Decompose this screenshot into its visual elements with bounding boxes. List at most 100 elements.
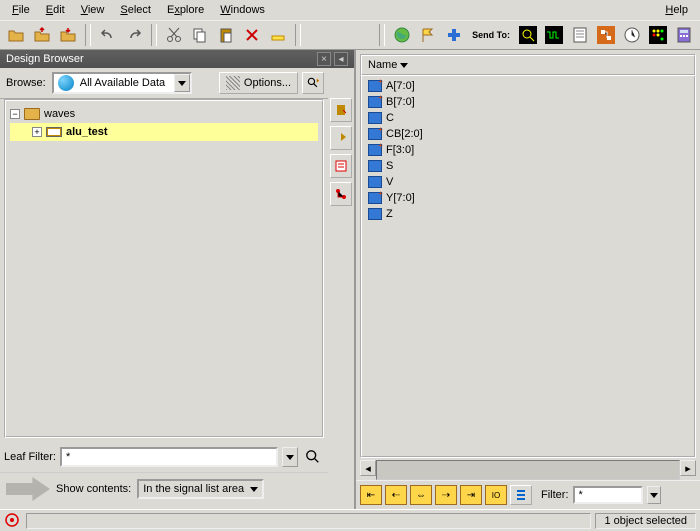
show-contents-row: Show contents: In the signal list area	[0, 472, 328, 509]
copy-button[interactable]	[188, 23, 212, 47]
signal-row[interactable]: C	[364, 110, 692, 126]
menu-bar: File Edit View Select Explore Windows He…	[0, 0, 700, 20]
horizontal-scrollbar[interactable]: ◂ ▸	[360, 460, 696, 480]
signal-list-panel: Name A[7:0] B[7:0] C CB[2:0]F[3:0]SV Y[7:0] Z…	[356, 50, 700, 509]
menu-file[interactable]: File	[4, 2, 38, 18]
side-btn-2[interactable]	[330, 126, 352, 150]
design-browser-panel: Design Browser × ◂ Browse: All Available…	[0, 50, 356, 509]
side-btn-1[interactable]	[330, 98, 352, 122]
tree-root-label: waves	[44, 108, 75, 120]
open-button[interactable]	[4, 23, 28, 47]
name-column-header[interactable]: Name	[360, 54, 696, 76]
signal-label: C	[386, 112, 394, 124]
redo-button[interactable]	[122, 23, 146, 47]
signal-row[interactable]: B[7:0]	[364, 94, 692, 110]
menu-help[interactable]: Help	[657, 2, 696, 18]
signal-icon	[368, 112, 382, 124]
browse-row: Browse: All Available Data Options...	[0, 68, 328, 99]
filter-config-button[interactable]	[510, 485, 532, 505]
signal-row[interactable]: A[7:0]	[364, 78, 692, 94]
expand-icon[interactable]: +	[32, 127, 42, 137]
signal-row[interactable]: S	[364, 158, 692, 174]
leaf-filter-input[interactable]	[60, 447, 278, 467]
status-message	[26, 513, 591, 529]
filter-dropdown[interactable]	[647, 486, 661, 504]
send-search-button[interactable]	[516, 23, 540, 47]
tree-area[interactable]: − waves + alu_test	[4, 99, 324, 438]
undo-button[interactable]	[96, 23, 120, 47]
send-wave-button[interactable]	[542, 23, 566, 47]
bus-signal-icon	[368, 128, 382, 140]
menu-view[interactable]: View	[73, 2, 113, 18]
nav-mark-button[interactable]: IO	[485, 485, 507, 505]
folder-icon	[24, 108, 40, 120]
signal-row[interactable]: F[3:0]	[364, 142, 692, 158]
send-doc-button[interactable]	[568, 23, 592, 47]
signal-label: Y[7:0]	[386, 192, 415, 204]
panel-close-icon[interactable]: ×	[317, 52, 331, 66]
paste-button[interactable]	[214, 23, 238, 47]
nav-last-button[interactable]: ⇥	[460, 485, 482, 505]
filter-input[interactable]	[573, 486, 643, 504]
nav-both-button[interactable]: ⇔	[410, 485, 432, 505]
leaf-filter-search-button[interactable]	[302, 446, 324, 468]
open-up-button[interactable]	[30, 23, 54, 47]
signal-list[interactable]: A[7:0] B[7:0] C CB[2:0]F[3:0]SV Y[7:0] Z	[360, 76, 696, 458]
side-btn-3[interactable]	[330, 154, 352, 178]
chevron-down-icon[interactable]	[174, 74, 190, 92]
signal-row[interactable]: Y[7:0]	[364, 190, 692, 206]
globe-icon	[58, 75, 74, 91]
signal-row[interactable]: CB[2:0]	[364, 126, 692, 142]
panel-title-text: Design Browser	[6, 53, 84, 65]
signal-icon	[368, 160, 382, 172]
menu-edit[interactable]: Edit	[38, 2, 73, 18]
tree-root-row[interactable]: − waves	[10, 105, 318, 123]
status-icon[interactable]	[4, 512, 22, 530]
chevron-down-icon	[250, 487, 258, 492]
scroll-right-button[interactable]: ▸	[680, 460, 696, 476]
menu-windows[interactable]: Windows	[212, 2, 273, 18]
bus-signal-icon	[368, 144, 382, 156]
add-tool-button[interactable]	[442, 23, 466, 47]
scroll-left-button[interactable]: ◂	[360, 460, 376, 476]
collapse-icon[interactable]: −	[10, 109, 20, 119]
signal-icon	[368, 208, 382, 220]
leaf-filter-label: Leaf Filter:	[4, 451, 56, 463]
globe-tool-button[interactable]	[390, 23, 414, 47]
send-measure-button[interactable]	[620, 23, 644, 47]
bus-signal-icon	[368, 80, 382, 92]
nav-first-button[interactable]: ⇤	[360, 485, 382, 505]
nav-prev-button[interactable]: ⇠	[385, 485, 407, 505]
flag-tool-button[interactable]	[416, 23, 440, 47]
status-bar: 1 object selected	[0, 509, 700, 531]
show-contents-combo[interactable]: In the signal list area	[137, 479, 264, 499]
send-matrix-button[interactable]	[646, 23, 670, 47]
options-button[interactable]: Options...	[219, 72, 298, 94]
menu-select[interactable]: Select	[112, 2, 159, 18]
options-icon	[226, 76, 240, 90]
send-calc-button[interactable]	[672, 23, 696, 47]
browse-combo[interactable]: All Available Data	[52, 72, 192, 94]
signal-icon	[368, 176, 382, 188]
options-label: Options...	[244, 77, 291, 89]
signal-label: V	[386, 176, 393, 188]
signal-row[interactable]: Z	[364, 206, 692, 222]
signal-row[interactable]: V	[364, 174, 692, 190]
menu-explore[interactable]: Explore	[159, 2, 212, 18]
side-btn-4[interactable]	[330, 182, 352, 206]
leaf-filter-dropdown[interactable]	[282, 447, 298, 467]
signal-label: B[7:0]	[386, 96, 415, 108]
panel-collapse-icon[interactable]: ◂	[334, 52, 348, 66]
delete-button[interactable]	[240, 23, 264, 47]
send-block-button[interactable]	[594, 23, 618, 47]
cut-button[interactable]	[162, 23, 186, 47]
highlight-button[interactable]	[266, 23, 290, 47]
open-down-button[interactable]	[56, 23, 80, 47]
search-scope-button[interactable]	[302, 72, 324, 94]
tree-child-row[interactable]: + alu_test	[10, 123, 318, 141]
show-contents-value: In the signal list area	[143, 483, 244, 495]
nav-next-button[interactable]: ⇢	[435, 485, 457, 505]
scroll-track[interactable]	[376, 460, 680, 480]
signal-label: A[7:0]	[386, 80, 415, 92]
status-selection-text: 1 object selected	[604, 515, 687, 527]
